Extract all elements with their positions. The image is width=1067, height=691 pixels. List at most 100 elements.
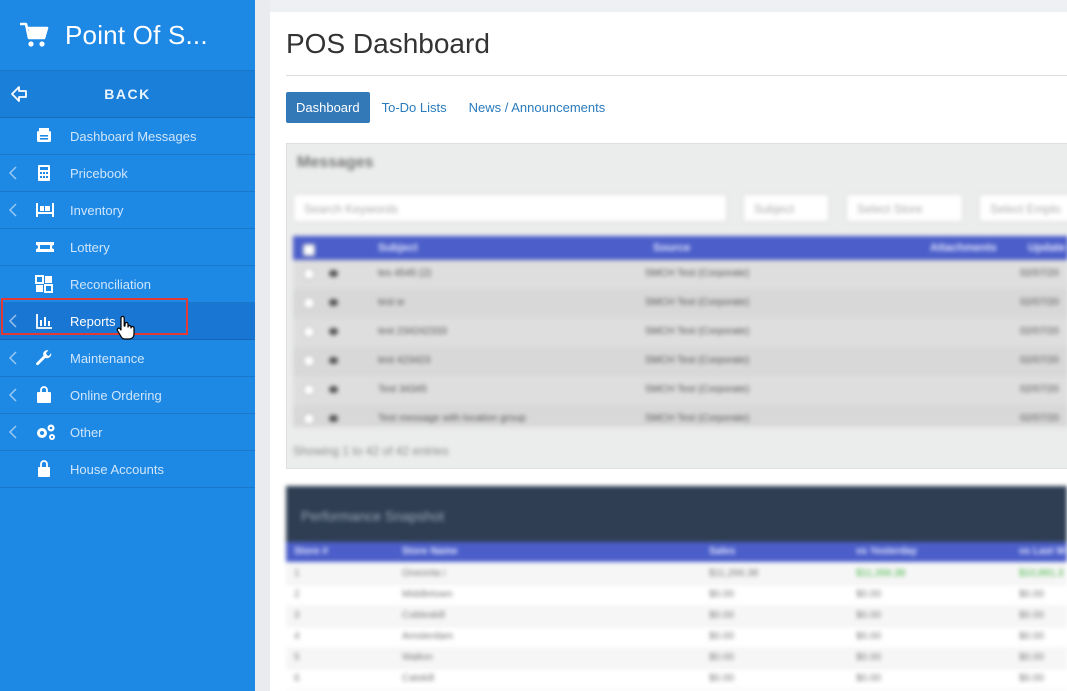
column-header[interactable]: vs Last W — [1019, 546, 1066, 557]
sales-value: $0.00 — [709, 652, 735, 663]
sidebar-item-label: Maintenance — [70, 350, 145, 366]
page-title: POS Dashboard — [286, 28, 490, 59]
column-header[interactable]: vs Yesterday — [856, 546, 917, 557]
sidebar-item-other[interactable]: Other — [0, 414, 255, 451]
column-header[interactable]: Attachments — [930, 242, 997, 254]
column-header[interactable]: Subject — [378, 242, 418, 254]
table-row[interactable]: test 423423 SMCH Test (Corporate) 02/07/… — [293, 347, 1067, 376]
search-input[interactable]: Search Keywords — [293, 194, 727, 222]
row-source: SMCH Test (Corporate) — [645, 268, 750, 279]
column-header[interactable]: Update — [1028, 242, 1065, 254]
sidebar-item-label: Pricebook — [70, 165, 128, 181]
row-checkbox[interactable] — [303, 384, 315, 396]
sales-value: $0.00 — [709, 631, 735, 642]
vs-last-week-value: $0.00 — [1019, 589, 1045, 600]
column-header[interactable]: Store # — [294, 546, 328, 557]
sidebar-item-maintenance[interactable]: Maintenance — [0, 340, 255, 377]
eye-icon[interactable] — [329, 270, 338, 277]
table-row[interactable]: Test message with location group SMCH Te… — [293, 405, 1067, 427]
sidebar-item-label: Other — [70, 424, 103, 440]
select-all-checkbox[interactable] — [303, 244, 315, 256]
subject-select[interactable]: Subject — [743, 194, 829, 222]
sidebar-item-lottery[interactable]: Lottery — [0, 229, 255, 266]
store-name: Amsterdam — [402, 631, 454, 642]
table-row[interactable]: test 234242333 SMCH Test (Corporate) 02/… — [293, 318, 1067, 347]
tab-todo-lists[interactable]: To-Do Lists — [372, 92, 457, 123]
shopping-bag-icon — [35, 386, 53, 404]
arrow-left-icon — [10, 85, 28, 103]
chevron-left-icon — [8, 351, 18, 365]
back-label: BACK — [104, 86, 151, 102]
message-icon — [35, 127, 53, 145]
eye-icon[interactable] — [329, 328, 338, 335]
messages-panel: Messages Search Keywords Subject Select … — [286, 143, 1067, 469]
store-number: 2 — [294, 589, 300, 600]
vs-last-week-value: $10,891.3 — [1019, 568, 1064, 579]
table-row[interactable]: test w SMCH Test (Corporate) 02/07/20 — [293, 289, 1067, 318]
sales-value: $0.00 — [709, 610, 735, 621]
row-source: SMCH Test (Corporate) — [645, 355, 750, 366]
row-updated: 02/07/20 — [1020, 268, 1059, 279]
vs-yesterday-value: $11,266.38 — [856, 568, 906, 579]
row-source: SMCH Test (Corporate) — [645, 413, 750, 424]
performance-panel: Performance Snapshot Store # Store Name … — [286, 486, 1067, 691]
back-button[interactable]: BACK — [0, 71, 255, 118]
column-header[interactable]: Source — [653, 242, 690, 254]
brand-header[interactable]: Point Of S... — [0, 0, 255, 71]
table-row[interactable]: 4 Amsterdam $0.00 $0.00 $0.00 — [286, 626, 1067, 648]
eye-icon[interactable] — [329, 357, 338, 364]
tab-news-announcements[interactable]: News / Announcements — [459, 92, 616, 123]
table-row[interactable]: 2 Middletown $0.00 $0.00 $0.00 — [286, 584, 1067, 606]
row-checkbox[interactable] — [303, 413, 315, 425]
performance-title: Performance Snapshot — [301, 508, 445, 524]
performance-table-header: Store # Store Name Sales vs Yesterday vs… — [286, 542, 1067, 562]
chevron-left-icon — [8, 425, 18, 439]
pallet-icon — [35, 201, 54, 219]
eye-icon[interactable] — [329, 415, 338, 422]
row-subject: test 423423 — [378, 355, 431, 366]
row-checkbox[interactable] — [303, 297, 315, 309]
store-select[interactable]: Select Store — [846, 194, 963, 222]
sidebar-item-online-ordering[interactable]: Online Ordering — [0, 377, 255, 414]
column-header[interactable]: Sales — [709, 546, 735, 557]
table-row[interactable]: tes 4545 (2) SMCH Test (Corporate) 02/07… — [293, 260, 1067, 289]
app-title: Point Of S... — [65, 19, 208, 50]
sidebar-item-inventory[interactable]: Inventory — [0, 192, 255, 229]
vs-yesterday-value: $0.00 — [856, 610, 882, 621]
wrench-icon — [35, 349, 53, 367]
sales-value: $0.00 — [709, 673, 735, 684]
hand-cursor-icon — [115, 315, 135, 341]
sidebar-item-pricebook[interactable]: Pricebook — [0, 155, 255, 192]
row-source: SMCH Test (Corporate) — [645, 384, 750, 395]
sidebar-item-label: Lottery — [70, 239, 110, 255]
tab-bar: Dashboard To-Do Lists News / Announcemen… — [286, 92, 617, 123]
table-row[interactable]: Test 34345 SMCH Test (Corporate) 02/07/2… — [293, 376, 1067, 405]
performance-header: Performance Snapshot — [286, 486, 1067, 542]
grid-icon — [35, 275, 53, 293]
messages-table-header: Subject Source Attachments Update — [293, 236, 1067, 260]
sidebar-item-house-accounts[interactable]: House Accounts — [0, 451, 255, 488]
row-checkbox[interactable] — [303, 268, 315, 280]
table-row[interactable]: 5 Walton $0.00 $0.00 $0.00 — [286, 647, 1067, 669]
table-row[interactable]: 1 Oneonta i $11,266.38 $11,266.38 $10,89… — [286, 563, 1067, 585]
employee-select[interactable]: Select Emplo — [979, 194, 1067, 222]
tab-dashboard[interactable]: Dashboard — [286, 92, 370, 123]
column-header[interactable]: Store Name — [402, 546, 458, 557]
sidebar-item-label: Online Ordering — [70, 387, 162, 403]
vs-yesterday-value: $0.00 — [856, 631, 882, 642]
row-checkbox[interactable] — [303, 355, 315, 367]
eye-icon[interactable] — [329, 386, 338, 393]
row-updated: 02/07/20 — [1020, 384, 1059, 395]
row-checkbox[interactable] — [303, 326, 315, 338]
sidebar-item-label: House Accounts — [70, 461, 164, 477]
gears-icon — [35, 423, 55, 441]
row-source: SMCH Test (Corporate) — [645, 297, 750, 308]
lock-bag-icon — [35, 460, 53, 478]
sidebar-item-reconciliation[interactable]: Reconciliation — [0, 266, 255, 303]
table-row[interactable]: 3 Cobleskill $0.00 $0.00 $0.00 — [286, 605, 1067, 627]
table-row[interactable]: 6 Catskill $0.00 $0.00 $0.00 — [286, 668, 1067, 690]
eye-icon[interactable] — [329, 299, 338, 306]
sidebar-item-dashboard-messages[interactable]: Dashboard Messages — [0, 118, 255, 155]
row-source: SMCH Test (Corporate) — [645, 326, 750, 337]
row-subject: Test message with location group — [378, 413, 526, 424]
